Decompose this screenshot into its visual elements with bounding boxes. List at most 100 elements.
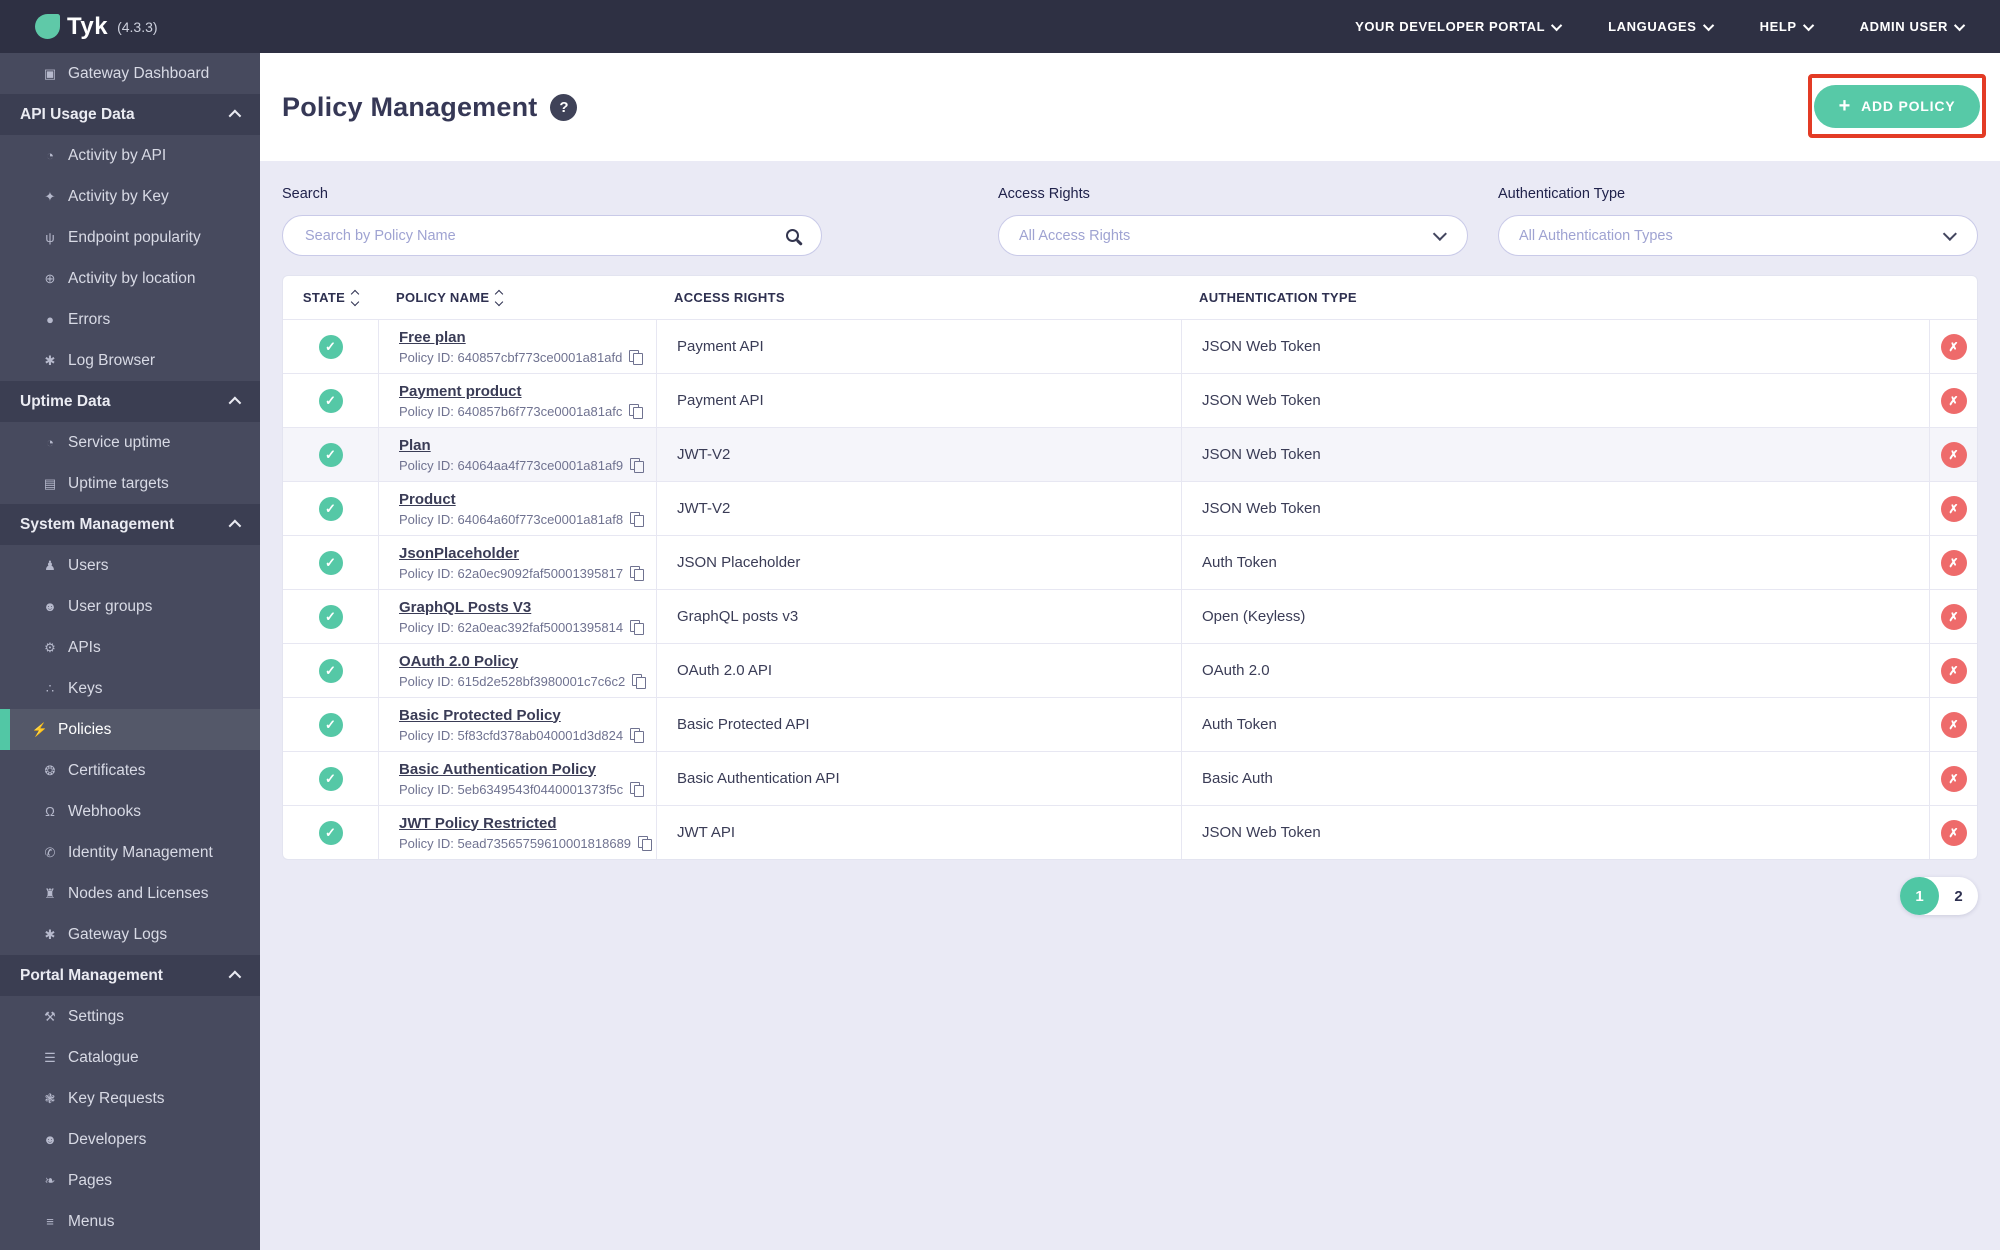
chevron-up-icon [228,519,242,533]
policy-name-link[interactable]: Free plan [399,329,466,347]
sidebar-item-users[interactable]: ♟ Users [0,545,260,586]
sidebar-item-endpoint-popularity[interactable]: ψ Endpoint popularity [0,217,260,258]
sidebar-item-activity-by-location[interactable]: ⊕ Activity by location [0,258,260,299]
topbar: Tyk (4.3.3) YOUR DEVELOPER PORTAL LANGUA… [0,0,2000,53]
sidebar-item-user-groups[interactable]: ☻ User groups [0,586,260,627]
policy-name-cell: Basic Authentication Policy Policy ID: 5… [378,752,656,805]
copy-icon[interactable] [630,457,645,473]
policy-id: Policy ID: 5f83cfd378ab040001d3d824 [399,727,645,743]
annotation-highlight: + ADD POLICY [1808,74,1986,138]
table-row: ✓ Payment product Policy ID: 640857b6f77… [283,373,1977,427]
sidebar-section-uptime-data[interactable]: Uptime Data [0,381,260,422]
sidebar-item-keys[interactable]: ∴ Keys [0,668,260,709]
delete-cell: ✗ [1929,320,1977,373]
add-policy-button[interactable]: + ADD POLICY [1813,84,1981,128]
column-header-state[interactable]: STATE [283,276,378,319]
auth-type-value: All Authentication Types [1519,227,1673,244]
menu-help[interactable]: HELP [1760,19,1814,34]
sidebar-item-activity-by-api[interactable]: ◔ Activity by API [0,135,260,176]
column-header-policy-name[interactable]: POLICY NAME [378,276,656,319]
policy-name-link[interactable]: GraphQL Posts V3 [399,599,531,617]
sidebar-item-uptime-targets[interactable]: ▤ Uptime targets [0,463,260,504]
sidebar-item-pages[interactable]: ❧ Pages [0,1160,260,1201]
copy-icon[interactable] [629,349,644,365]
sidebar-item-apis[interactable]: ⚙ APIs [0,627,260,668]
auth-type-select[interactable]: All Authentication Types [1498,215,1978,256]
sidebar-section-portal-management[interactable]: Portal Management [0,955,260,996]
bell-icon: Ω [45,804,55,819]
delete-policy-button[interactable]: ✗ [1940,765,1967,792]
delete-policy-button[interactable]: ✗ [1940,657,1967,684]
sidebar-section-api-usage-data[interactable]: API Usage Data [0,94,260,135]
copy-icon[interactable] [630,781,645,797]
policy-name-link[interactable]: Plan [399,437,431,455]
copy-icon[interactable] [630,727,645,743]
copy-icon[interactable] [638,835,653,851]
sidebar-item-settings[interactable]: ⚒ Settings [0,996,260,1037]
sidebar-item-menus[interactable]: ≡ Menus [0,1201,260,1242]
auth-type-cell: JSON Web Token [1181,482,1929,535]
sidebar-item-catalogue[interactable]: ☰ Catalogue [0,1037,260,1078]
sidebar-item-gateway-dashboard[interactable]: ▣ Gateway Dashboard [0,53,260,94]
menu-your-developer-portal[interactable]: YOUR DEVELOPER PORTAL [1355,19,1563,34]
sidebar-item-log-browser[interactable]: ✱ Log Browser [0,340,260,381]
menu-admin-user[interactable]: ADMIN USER [1860,19,1966,34]
delete-policy-button[interactable]: ✗ [1940,819,1967,846]
active-check-icon: ✓ [318,496,343,521]
sidebar-item-webhooks[interactable]: Ω Webhooks [0,791,260,832]
access-rights-select[interactable]: All Access Rights [998,215,1468,256]
sidebar-item-policies[interactable]: ⚡ Policies [0,709,260,750]
search-icon[interactable] [786,229,799,242]
sidebar-item-activity-by-key[interactable]: ✦ Activity by Key [0,176,260,217]
delete-cell: ✗ [1929,482,1977,535]
paw-icon: ❃ [44,1090,56,1106]
sidebar-item-errors[interactable]: ● Errors [0,299,260,340]
access-rights-cell: JWT-V2 [656,482,1181,535]
sidebar-item-identity-management[interactable]: ✆ Identity Management [0,832,260,873]
policy-name-link[interactable]: JsonPlaceholder [399,545,519,563]
globe-icon: ⊕ [44,270,56,286]
tyk-logo[interactable]: Tyk (4.3.3) [35,13,158,41]
delete-policy-button[interactable]: ✗ [1940,549,1967,576]
policy-name-cell: Product Policy ID: 64064a60f773ce0001a81… [378,482,656,535]
sidebar-item-developers[interactable]: ☻ Developers [0,1119,260,1160]
policy-name-link[interactable]: JWT Policy Restricted [399,815,557,833]
sidebar-item-service-uptime[interactable]: ◔ Service uptime [0,422,260,463]
copy-icon[interactable] [632,673,647,689]
delete-policy-button[interactable]: ✗ [1940,603,1967,630]
sort-icon[interactable] [495,289,504,306]
sidebar-item-key-requests[interactable]: ❃ Key Requests [0,1078,260,1119]
page-header: Policy Management ? + ADD POLICY [260,53,2000,161]
policy-name-link[interactable]: Payment product [399,383,522,401]
sidebar-item-certificates[interactable]: ❂ Certificates [0,750,260,791]
table-header-row: STATE POLICY NAME ACCESS RIGHTS AUTHENTI… [283,276,1977,319]
copy-icon[interactable] [630,565,645,581]
page-button-2[interactable]: 2 [1939,877,1978,915]
delete-cell: ✗ [1929,644,1977,697]
sidebar-item-gateway-logs[interactable]: ✱ Gateway Logs [0,914,260,955]
search-input[interactable] [303,226,786,245]
menu-languages[interactable]: LANGUAGES [1608,19,1714,34]
sort-icon[interactable] [350,289,360,306]
chart-icon: ◔ [46,148,54,163]
delete-policy-button[interactable]: ✗ [1940,711,1967,738]
list-icon: ▤ [43,475,57,491]
policy-name-link[interactable]: Basic Authentication Policy [399,761,596,779]
copy-icon[interactable] [630,511,645,527]
copy-icon[interactable] [630,619,645,635]
policy-name-link[interactable]: OAuth 2.0 Policy [399,653,518,671]
delete-policy-button[interactable]: ✗ [1940,495,1967,522]
table-row: ✓ Basic Protected Policy Policy ID: 5f83… [283,697,1977,751]
help-icon[interactable]: ? [550,93,578,121]
delete-policy-button[interactable]: ✗ [1940,333,1967,360]
page-button-1[interactable]: 1 [1900,877,1939,915]
delete-policy-button[interactable]: ✗ [1940,387,1967,414]
state-cell: ✓ [283,590,378,643]
copy-icon[interactable] [629,403,644,419]
sidebar-item-nodes-and-licenses[interactable]: ♜ Nodes and Licenses [0,873,260,914]
chevron-down-icon [1702,19,1714,31]
policy-name-link[interactable]: Basic Protected Policy [399,707,561,725]
sidebar-section-system-management[interactable]: System Management [0,504,260,545]
policy-name-link[interactable]: Product [399,491,456,509]
delete-policy-button[interactable]: ✗ [1940,441,1967,468]
